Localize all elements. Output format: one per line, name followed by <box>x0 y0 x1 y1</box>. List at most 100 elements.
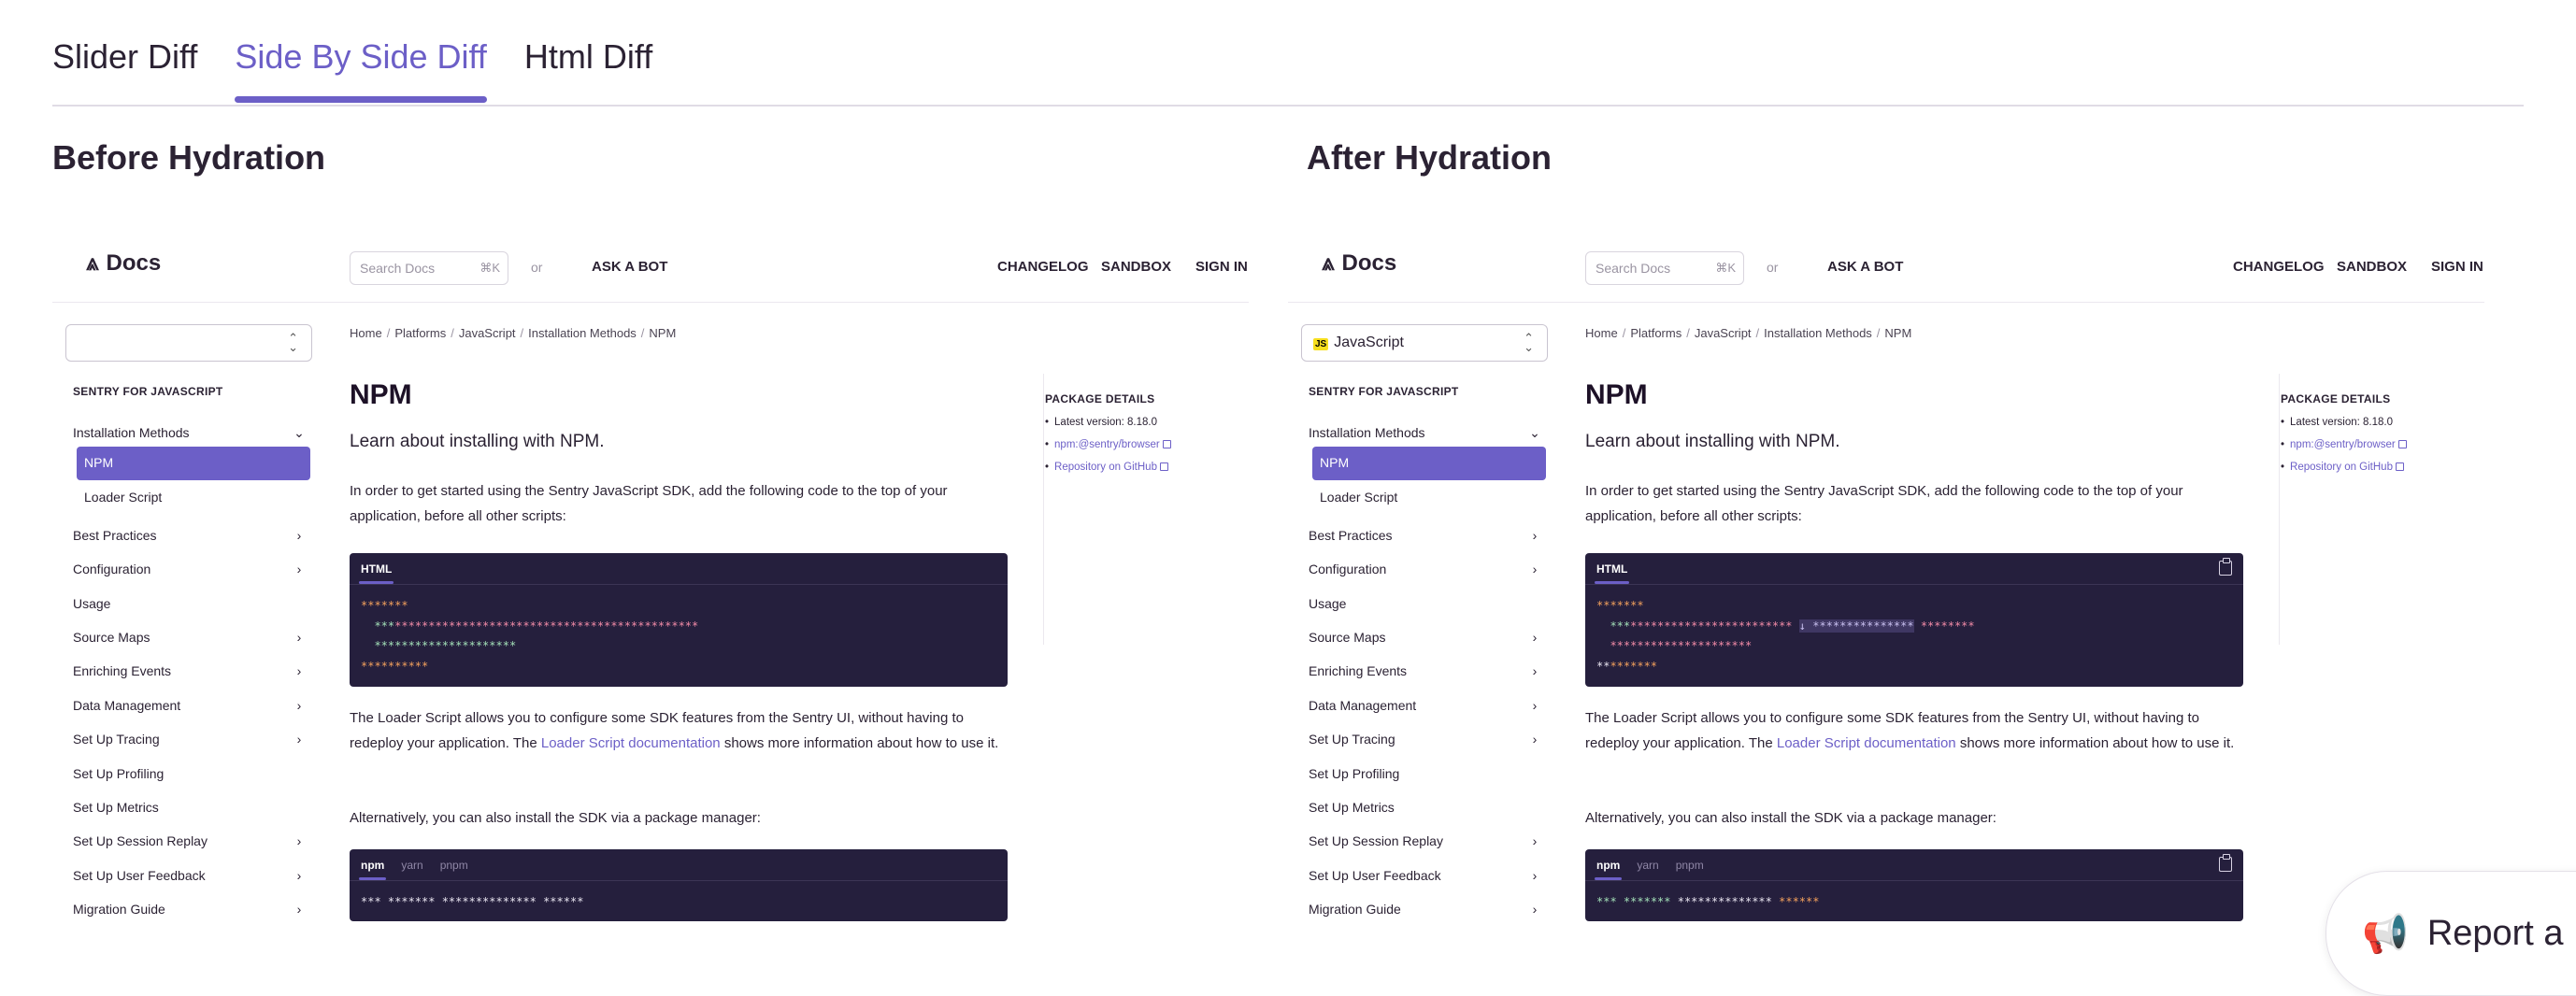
code-token: ******** <box>1913 619 1975 633</box>
breadcrumb-item[interactable]: JavaScript <box>459 326 516 340</box>
sidebar-item-source-maps[interactable]: Source Maps › <box>73 625 307 649</box>
breadcrumb-item[interactable]: Platforms <box>1630 326 1682 340</box>
sidebar-item-set-up-user-feedback[interactable]: Set Up User Feedback › <box>73 863 307 888</box>
clipboard-icon[interactable] <box>2219 558 2232 576</box>
sidebar-item-source-maps[interactable]: Source Maps › <box>1309 625 1542 649</box>
sidebar-item-npm[interactable]: NPM <box>1312 447 1546 480</box>
sidebar-item-label: NPM <box>84 455 114 470</box>
tab-slider-diff[interactable]: Slider Diff <box>52 37 197 101</box>
code-token: ******* <box>361 599 408 612</box>
sidebar-item-set-up-session-replay[interactable]: Set Up Session Replay › <box>1309 829 1542 853</box>
breadcrumb-item[interactable]: Installation Methods <box>1764 326 1872 340</box>
code-tab-npm[interactable]: npm <box>358 849 387 880</box>
code-tab-html[interactable]: HTML <box>1594 553 1630 584</box>
chevron-right-icon: › <box>296 562 302 576</box>
sidebar-item-migration-guide[interactable]: Migration Guide › <box>73 897 307 921</box>
sidebar-item-loader-script[interactable]: Loader Script <box>1312 481 1546 515</box>
sidebar-item-data-management[interactable]: Data Management › <box>1309 693 1542 718</box>
platform-select[interactable]: ⌃ ⌄ <box>65 324 312 362</box>
sandbox-link[interactable]: SANDBOX <box>2337 259 2407 275</box>
ask-a-bot-link[interactable]: ASK A BOT <box>1827 259 1903 275</box>
sidebar-item-set-up-profiling[interactable]: Set Up Profiling <box>73 761 307 786</box>
chevron-down-icon: ⌄ <box>293 424 305 440</box>
diff-mode-tabs: Slider Diff Side By Side Diff Html Diff <box>52 37 652 103</box>
clipboard-icon[interactable] <box>2219 854 2232 872</box>
breadcrumb: Home / Platforms / JavaScript / Installation M… <box>350 326 676 340</box>
platform-select[interactable]: JS JavaScript ⌃ ⌄ <box>1301 324 1548 362</box>
sidebar-item-configuration[interactable]: Configuration › <box>1309 557 1542 581</box>
breadcrumb-item[interactable]: JavaScript <box>1695 326 1752 340</box>
sidebar-item-npm[interactable]: NPM <box>77 447 310 480</box>
sidebar-item-configuration[interactable]: Configuration › <box>73 557 307 581</box>
code-tab-pnpm[interactable]: pnpm <box>1676 849 1704 880</box>
latest-version-text: Latest version: 8.18.0 <box>1054 417 1157 428</box>
docs-logo[interactable]: ⩓ Docs <box>86 250 161 277</box>
code-token: *** <box>1596 895 1617 908</box>
github-repo-link[interactable]: Repository on GitHub <box>2290 462 2393 473</box>
docs-logo[interactable]: ⩓ Docs <box>1322 250 1396 277</box>
tab-side-by-side-diff[interactable]: Side By Side Diff <box>235 37 488 103</box>
changelog-link[interactable]: CHANGELOG <box>2233 259 2325 275</box>
code-tab-yarn[interactable]: yarn <box>401 849 422 880</box>
sidebar-item-enriching-events[interactable]: Enriching Events › <box>1309 659 1542 683</box>
sidebar-item-migration-guide[interactable]: Migration Guide › <box>1309 897 1542 921</box>
breadcrumb-item[interactable]: Platforms <box>394 326 446 340</box>
tab-html-diff[interactable]: Html Diff <box>524 37 652 101</box>
sidebar-item-loader-script[interactable]: Loader Script <box>77 481 310 515</box>
sidebar-item-set-up-tracing[interactable]: Set Up Tracing › <box>1309 727 1542 751</box>
code-tab-pnpm[interactable]: pnpm <box>440 849 468 880</box>
ask-a-bot-link[interactable]: ASK A BOT <box>592 259 667 275</box>
sign-in-link[interactable]: SIGN IN <box>1195 259 1248 275</box>
or-label: or <box>1767 260 1779 275</box>
search-input[interactable]: Search Docs ⌘K <box>350 251 508 285</box>
code-tab-npm[interactable]: npm <box>1594 849 1623 880</box>
github-repo-link[interactable]: Repository on GitHub <box>1054 462 1157 473</box>
before-hydration-title: Before Hydration <box>52 138 326 177</box>
sidebar-item-set-up-metrics[interactable]: Set Up Metrics <box>1309 795 1542 819</box>
sidebar-item-enriching-events[interactable]: Enriching Events › <box>73 659 307 683</box>
report-bug-button[interactable]: 📢 Report a B <box>2326 871 2576 996</box>
sidebar-item-usage[interactable]: Usage <box>73 591 307 616</box>
sandbox-link[interactable]: SANDBOX <box>1101 259 1171 275</box>
external-link-icon <box>1159 462 1168 471</box>
changelog-link[interactable]: CHANGELOG <box>997 259 1089 275</box>
chevron-right-icon: › <box>1532 902 1538 917</box>
breadcrumb-item[interactable]: NPM <box>1884 326 1911 340</box>
loader-script-doc-link[interactable]: Loader Script documentation <box>1777 735 1956 751</box>
sidebar-item-set-up-session-replay[interactable]: Set Up Session Replay › <box>73 829 307 853</box>
sidebar-item-set-up-profiling[interactable]: Set Up Profiling <box>1309 761 1542 786</box>
sidebar-item-label: Loader Script <box>1320 490 1398 505</box>
sidebar-item-set-up-tracing[interactable]: Set Up Tracing › <box>73 727 307 751</box>
npm-package-link[interactable]: npm:@sentry/browser <box>2290 439 2396 450</box>
sidebar-item-set-up-user-feedback[interactable]: Set Up User Feedback › <box>1309 863 1542 888</box>
code-tab-html[interactable]: HTML <box>358 553 394 584</box>
sidebar-item-usage[interactable]: Usage <box>1309 591 1542 616</box>
breadcrumb-item[interactable]: Installation Methods <box>528 326 637 340</box>
select-arrows-icon: ⌃ ⌄ <box>1524 331 1534 354</box>
breadcrumb-item[interactable]: Home <box>350 326 382 340</box>
search-shortcut: ⌘K <box>1715 261 1736 275</box>
sidebar-item-best-practices[interactable]: Best Practices › <box>1309 523 1542 548</box>
breadcrumb-item[interactable]: NPM <box>649 326 676 340</box>
breadcrumb-item[interactable]: Home <box>1585 326 1618 340</box>
external-link-icon <box>1162 440 1171 448</box>
code-tab-yarn[interactable]: yarn <box>1637 849 1658 880</box>
chevron-right-icon: › <box>296 630 302 645</box>
latest-version: • Latest version: 8.18.0 <box>2281 417 2393 428</box>
sidebar-item-label: Set Up Tracing <box>73 732 160 747</box>
sidebar-item-set-up-metrics[interactable]: Set Up Metrics <box>73 795 307 819</box>
sidebar-item-best-practices[interactable]: Best Practices › <box>73 523 307 548</box>
sidebar-item-label: Data Management <box>73 698 181 713</box>
or-label: or <box>531 260 543 275</box>
sidebar-item-data-management[interactable]: Data Management › <box>73 693 307 718</box>
search-placeholder: Search Docs <box>360 261 436 276</box>
sidebar-item-installation-methods[interactable]: Installation Methods ⌄ <box>1309 420 1542 445</box>
sidebar-item-installation-methods[interactable]: Installation Methods ⌄ <box>73 420 307 445</box>
sidebar-item-label: Usage <box>1309 596 1347 611</box>
search-input[interactable]: Search Docs ⌘K <box>1585 251 1744 285</box>
toc-divider <box>1043 374 1044 645</box>
loader-script-doc-link[interactable]: Loader Script documentation <box>541 735 721 751</box>
sign-in-link[interactable]: SIGN IN <box>2431 259 2483 275</box>
npm-package-link[interactable]: npm:@sentry/browser <box>1054 439 1160 450</box>
